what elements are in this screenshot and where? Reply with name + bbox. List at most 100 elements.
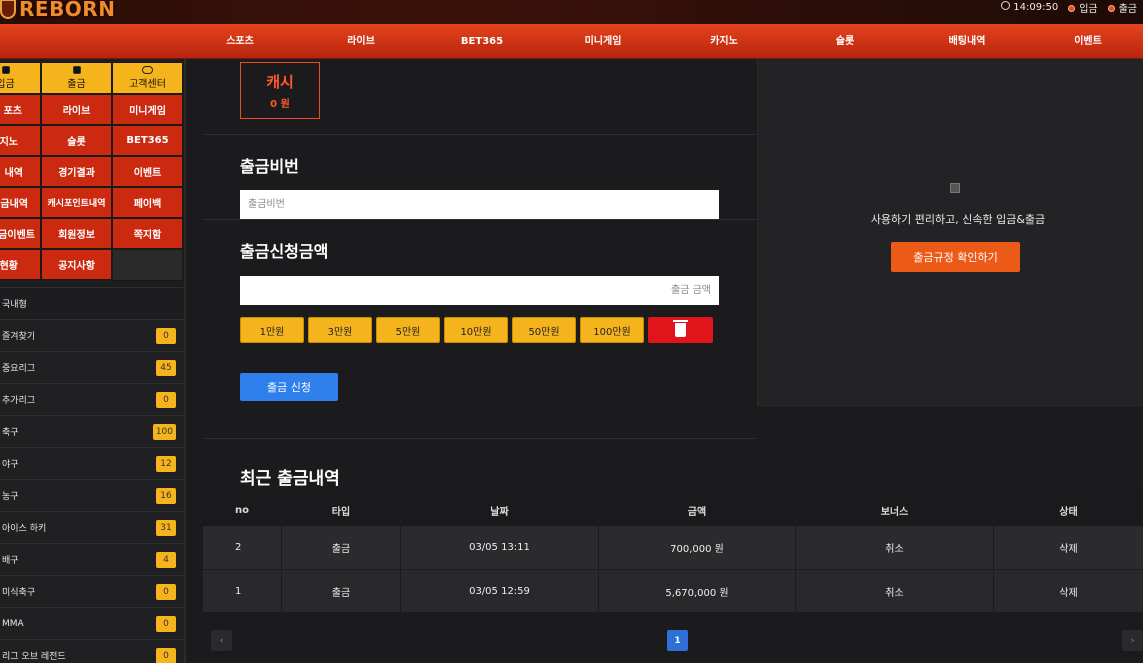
quick-bet365[interactable]: BET365 [112,125,183,156]
quick-support-button[interactable]: 고객센터 [112,62,183,94]
league-item[interactable]: MMA 0 [0,607,184,639]
nav-bet-history[interactable]: 배팅내역 [949,24,986,59]
withdraw-rules-button[interactable]: 출금규정 확인하기 [891,242,1020,272]
quick-live[interactable]: 라이브 [41,94,112,125]
col-date: 날짜 [401,495,599,526]
quick-notice[interactable]: 공지사항 [41,249,112,280]
col-status: 상태 [1059,507,1078,518]
league-header[interactable]: 국내형 [0,287,184,319]
quick-empty [112,249,183,281]
league-count: 4 [156,551,176,568]
quick-deposit-history[interactable]: 금내역 [0,187,41,218]
amount-buttons: 1만원 3만원 5만원 10만원 50만원 100만원 [240,317,713,343]
col-bonus: 보너스 [796,495,994,526]
prev-page-button[interactable]: ‹ [211,630,232,651]
quick-cashpoint[interactable]: 캐시포인트내역 [41,187,112,218]
league-item[interactable]: 야구 12 [0,447,184,479]
logo-shield-icon [0,0,16,19]
league-name: 농구 [2,492,19,502]
quick-casino[interactable]: 지노 [0,125,41,156]
info-text: 사용하기 편리하고, 신속한 입금&출금 [870,213,1046,226]
quick-withdraw-button[interactable]: 출금 [41,62,112,94]
quick-bet-history[interactable]: 내역 [0,156,41,187]
league-count: 0 [156,615,176,632]
league-item[interactable]: 미식축구 0 [0,575,184,607]
league-name: 아이스 하키 [2,524,47,534]
next-page-button[interactable]: › [1122,630,1143,651]
clear-amount-button[interactable] [648,317,713,343]
pin-title: 출금비번 [240,157,299,176]
delete-button[interactable]: 삭제 [994,570,1143,612]
league-item[interactable]: 추가리그 0 [0,383,184,415]
quick-status[interactable]: 현황 [0,249,41,280]
row-type: 출금 [282,526,401,569]
nav-minigame[interactable]: 미니게임 [585,24,622,59]
quick-messages[interactable]: 쪽지함 [112,218,183,249]
quick-sports[interactable]: 포츠 [0,94,41,125]
logo-text: REBORN [19,0,116,21]
nav-live[interactable]: 라이브 [347,24,375,59]
withdraw-amount-input[interactable] [240,276,719,305]
nav-casino[interactable]: 카지노 [710,24,738,59]
cash-value: 0 원 [270,99,290,110]
logo[interactable]: REBORN [0,0,115,22]
quick-deposit-button[interactable]: 입금 [0,62,41,94]
quick-results[interactable]: 경기결과 [41,156,112,187]
page-1-button[interactable]: 1 [667,630,688,651]
withdraw-link[interactable]: 출금 [1107,0,1137,15]
league-count: 0 [156,583,176,600]
divider [203,219,756,220]
amount-500k-button[interactable]: 50만원 [512,317,576,343]
withdraw-icon [72,66,81,74]
row-amount: 5,670,000 원 [599,570,796,612]
amount-10k-button[interactable]: 1만원 [240,317,304,343]
amount-title: 출금신청금액 [240,242,329,261]
league-item[interactable]: 농구 16 [0,479,184,511]
divider [203,134,756,135]
amount-1m-button[interactable]: 100만원 [580,317,644,343]
amount-30k-button[interactable]: 3만원 [308,317,372,343]
league-item[interactable]: 즐겨찾기 0 [0,319,184,351]
quick-event[interactable]: 이벤트 [112,156,183,187]
info-panel: 사용하기 편리하고, 신속한 입금&출금 출금규정 확인하기 [757,59,1143,406]
league-item[interactable]: 리그 오브 레전드 0 [0,639,184,663]
history-table: no 타입 날짜 금액 보너스 상태 2 출금 03/05 13:11 700,… [203,495,1143,612]
quick-minigame[interactable]: 미니게임 [112,94,183,125]
league-item[interactable]: 배구 4 [0,543,184,575]
row-bonus: 취소 [796,570,994,612]
league-item[interactable]: 축구 100 [0,415,184,447]
league-list: 국내형 즐겨찾기 0 중요리그 45 추가리그 0 축구 100 야구 12 농구 16 아… [0,287,184,663]
league-item[interactable]: 중요리그 45 [0,351,184,383]
col-no: no [203,495,282,526]
nav-sports[interactable]: 스포츠 [226,24,254,59]
col-amount: 금액 [599,495,796,526]
top-right-links: 14:09:50 입금 출금 [1001,0,1137,15]
league-name: 리그 오브 레전드 [2,652,66,662]
sidebar: 입금 출금 고객센터 포츠 라이브 미니게임 지노 슬롯 BET365 내역 경… [0,59,186,663]
delete-button[interactable]: 삭제 [994,526,1143,569]
deposit-icon [1,66,10,74]
withdraw-pin-input[interactable] [240,190,719,219]
divider [203,438,756,439]
nav-bet365[interactable]: BET365 [461,24,503,59]
quick-payback[interactable]: 페이백 [112,187,183,218]
withdraw-submit-button[interactable]: 출금 신청 [240,373,338,401]
league-count: 12 [156,455,176,472]
league-count: 100 [152,423,176,440]
quick-member-info[interactable]: 회원정보 [41,218,112,249]
league-name: 배구 [2,556,19,566]
league-count: 0 [156,647,176,663]
amount-50k-button[interactable]: 5만원 [376,317,440,343]
cash-card: 캐시 0 원 [240,62,320,119]
league-count: 45 [156,359,176,376]
league-name: 미식축구 [2,588,36,598]
quick-slot[interactable]: 슬롯 [41,125,112,156]
amount-100k-button[interactable]: 10만원 [444,317,508,343]
nav-slot[interactable]: 슬롯 [836,24,854,59]
deposit-link[interactable]: 입금 [1068,0,1098,15]
league-item[interactable]: 아이스 하키 31 [0,511,184,543]
table-row: 1 출금 03/05 12:59 5,670,000 원 취소 삭제 [203,569,1143,612]
nav-event[interactable]: 이벤트 [1074,24,1102,59]
league-name: 즐겨찾기 [2,332,36,342]
quick-deposit-event[interactable]: 금이벤트 [0,218,41,249]
